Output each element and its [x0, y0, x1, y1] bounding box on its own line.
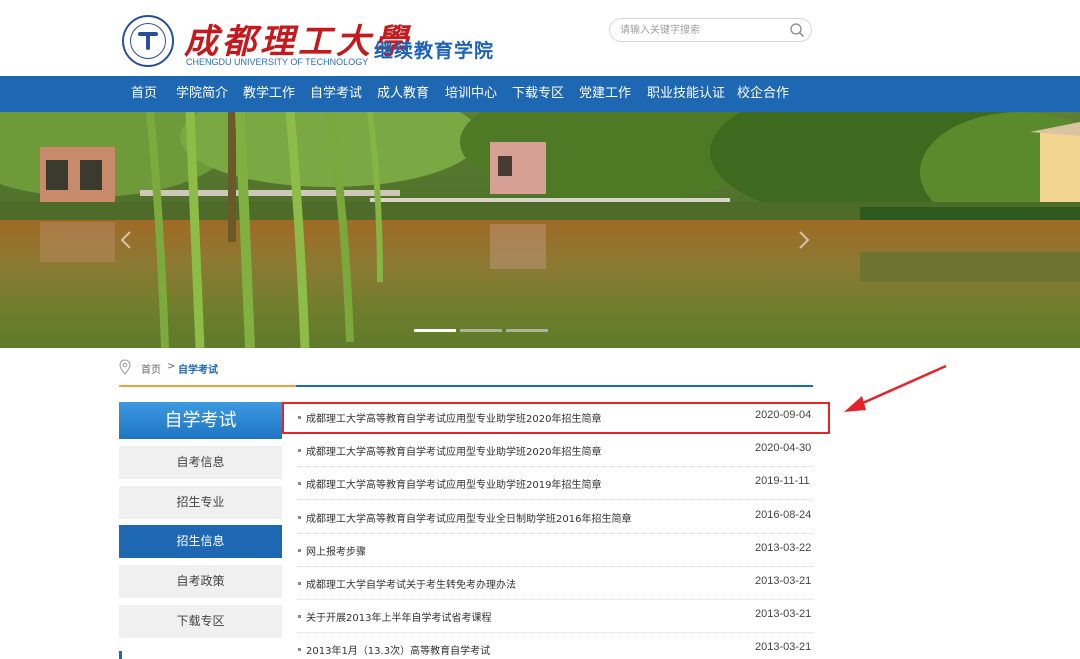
- bullet-icon: [298, 516, 301, 519]
- list-item-date: 2020-04-30: [755, 442, 812, 454]
- nav-item-certification[interactable]: 职业技能认证: [647, 76, 725, 112]
- list-item[interactable]: 成都理工大学高等教育自学考试应用型专业助学班2020年招生简章 2020-04-…: [296, 434, 813, 467]
- slide-indicator-active: [414, 329, 456, 332]
- nav-item-cooperation[interactable]: 校企合作: [737, 76, 789, 112]
- list-item-title[interactable]: 关于开展2013年上半年自学考试省考课程: [306, 609, 491, 624]
- list-item-date: 2013-03-21: [755, 575, 812, 587]
- list-item[interactable]: 成都理工大学高等教育自学考试应用型专业助学班2019年招生简章 2019-11-…: [296, 467, 813, 500]
- sidebar-title: 自学考试: [119, 402, 282, 439]
- nav-item-downloads[interactable]: 下载专区: [512, 76, 564, 112]
- nav-item-teaching[interactable]: 教学工作: [243, 76, 295, 112]
- sidebar-item-downloads[interactable]: 下载专区: [119, 605, 282, 638]
- list-item[interactable]: 成都理工大学自学考试关于考生转免考办理办法 2013-03-21: [296, 567, 813, 600]
- list-item-date: 2019-11-11: [755, 475, 810, 487]
- bullet-icon: [298, 549, 301, 552]
- list-item[interactable]: 关于开展2013年上半年自学考试省考课程 2013-03-21: [296, 600, 813, 633]
- list-item-title[interactable]: 成都理工大学高等教育自学考试应用型专业全日制助学班2016年招生简章: [306, 510, 631, 525]
- search-input[interactable]: [620, 22, 780, 38]
- nav-item-adult-education[interactable]: 成人教育: [377, 76, 429, 112]
- sidebar-item-majors[interactable]: 招生专业: [119, 486, 282, 519]
- annotation-arrow-icon: [844, 364, 947, 412]
- sidebar-item-admission-info[interactable]: 招生信息: [119, 525, 282, 558]
- list-item-date: 2013-03-21: [755, 608, 812, 620]
- list-item[interactable]: 网上报考步骤 2013-03-22: [296, 534, 813, 567]
- search-icon[interactable]: [789, 22, 805, 38]
- location-pin-icon: [119, 359, 131, 375]
- section-divider-accent: [119, 385, 296, 387]
- sidebar-item-policies[interactable]: 自考政策: [119, 565, 282, 598]
- banner-illustration: [0, 112, 1080, 348]
- list-item[interactable]: 2013年1月（13.3次）高等教育自学考试 2013-03-21: [296, 633, 813, 659]
- list-item-title[interactable]: 成都理工大学自学考试关于考生转免考办理办法: [306, 576, 516, 591]
- list-item-date: 2013-03-21: [755, 641, 812, 653]
- bullet-icon: [298, 582, 301, 585]
- bullet-icon: [298, 648, 301, 651]
- list-item[interactable]: 成都理工大学高等教育自学考试应用型专业全日制助学班2016年招生简章 2016-…: [296, 501, 813, 534]
- nav-item-about[interactable]: 学院简介: [176, 76, 228, 112]
- breadcrumb-home[interactable]: 首页: [141, 361, 161, 376]
- bullet-icon: [298, 449, 301, 452]
- main-nav: 首页 学院简介 教学工作 自学考试 成人教育 培训中心 下载专区 党建工作 职业…: [0, 76, 1080, 112]
- breadcrumb-separator: >: [167, 361, 176, 372]
- highlight-box-annotation: [282, 402, 830, 434]
- seal-mark-icon: [138, 30, 158, 52]
- nav-item-training[interactable]: 培训中心: [445, 76, 497, 112]
- nav-item-party[interactable]: 党建工作: [579, 76, 631, 112]
- list-item-title[interactable]: 2013年1月（13.3次）高等教育自学考试: [306, 642, 490, 657]
- list-item-title[interactable]: 成都理工大学高等教育自学考试应用型专业助学班2019年招生简章: [306, 476, 601, 491]
- nav-item-home[interactable]: 首页: [131, 76, 157, 112]
- list-item-title[interactable]: 网上报考步骤: [306, 543, 366, 558]
- college-name: 继续教育学院: [374, 40, 495, 62]
- site-header: 成都理工大學 CHENGDU UNIVERSITY OF TECHNOLOGY …: [0, 0, 1080, 76]
- nav-item-self-exam[interactable]: 自学考试: [310, 76, 362, 112]
- university-name-en: CHENGDU UNIVERSITY OF TECHNOLOGY: [186, 57, 369, 67]
- list-item-title[interactable]: 成都理工大学高等教育自学考试应用型专业助学班2020年招生简章: [306, 443, 601, 458]
- list-item-date: 2016-08-24: [755, 509, 812, 521]
- section-divider: [296, 385, 813, 387]
- breadcrumb-current[interactable]: 自学考试: [178, 361, 218, 376]
- list-item-date: 2013-03-22: [755, 542, 812, 554]
- search-box: [609, 18, 812, 42]
- campus-banner-image[interactable]: [0, 112, 1080, 348]
- bullet-icon: [298, 482, 301, 485]
- sidebar-next-section-marker: [119, 651, 122, 659]
- bullet-icon: [298, 615, 301, 618]
- university-seal-logo[interactable]: [122, 15, 174, 67]
- sidebar-item-exam-info[interactable]: 自考信息: [119, 446, 282, 479]
